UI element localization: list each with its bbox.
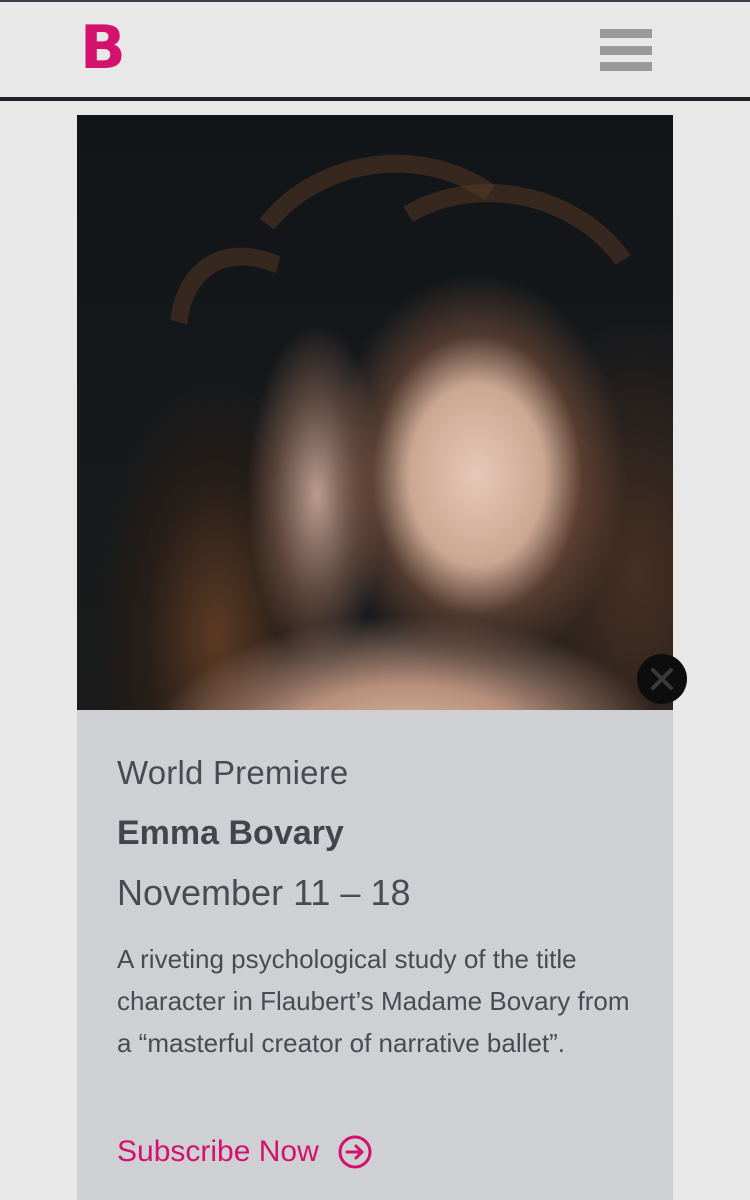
event-eyebrow: World Premiere (117, 754, 349, 791)
site-header: B (0, 0, 750, 101)
event-hero-image (77, 115, 673, 710)
close-button[interactable] (637, 654, 687, 704)
event-card: World Premiere Emma Bovary November 11 –… (77, 710, 673, 1200)
menu-bar (600, 29, 652, 38)
event-dates: November 11 – 18 (117, 872, 411, 913)
menu-bar (600, 62, 652, 71)
hamburger-menu-icon[interactable] (600, 29, 652, 71)
arrow-right-circle-icon (338, 1135, 372, 1169)
close-icon (651, 668, 673, 690)
brand-logo[interactable]: B (80, 18, 126, 78)
subscribe-now-label: Subscribe Now (117, 1135, 319, 1168)
menu-bar (600, 45, 652, 55)
event-description: A riveting psychological study of the ti… (117, 944, 630, 1058)
event-title: Emma Bovary (117, 814, 344, 852)
subscribe-now-link[interactable]: Subscribe Now (117, 1134, 373, 1170)
